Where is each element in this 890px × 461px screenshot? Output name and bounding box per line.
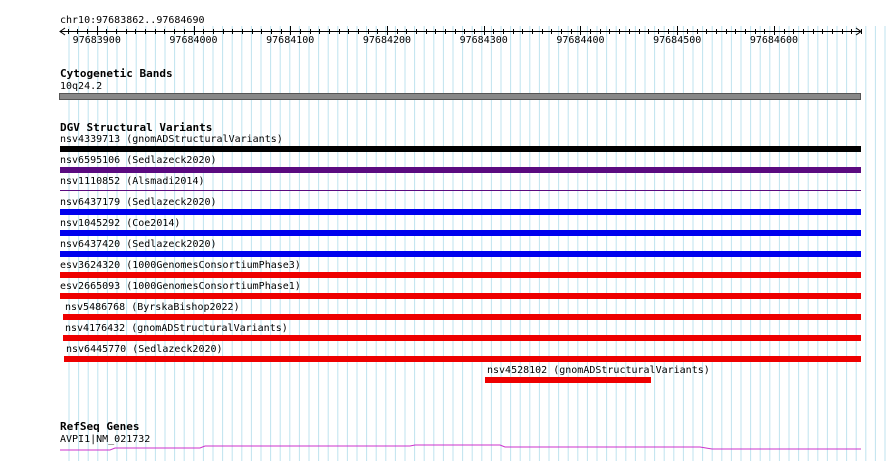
dgv-variant-bar[interactable] <box>63 314 861 320</box>
ruler-axis[interactable]: 97683900 97684000 97684100 97684200 97684300… <box>0 20 890 70</box>
dgv-variant-label[interactable]: nsv6437420 (Sedlazeck2020) <box>60 239 217 250</box>
dgv-variant-bar[interactable] <box>60 190 861 191</box>
ruler-tick-label: 97684000 <box>169 35 217 46</box>
ruler-tick-label: 97684500 <box>653 35 701 46</box>
dgv-variant-label[interactable]: nsv4339713 (gnomADStructuralVariants) <box>60 134 283 145</box>
cytoband-bar[interactable] <box>59 93 861 100</box>
refseq-gene-feature[interactable] <box>0 441 890 457</box>
dgv-variant-label[interactable]: nsv1110852 (Alsmadi2014) <box>60 176 205 187</box>
dgv-variant-bar[interactable] <box>60 146 861 152</box>
dgv-variant-label[interactable]: nsv1045292 (Coe2014) <box>60 218 180 229</box>
dgv-variant-bar[interactable] <box>60 293 861 299</box>
dgv-variant-label[interactable]: nsv6595106 (Sedlazeck2020) <box>60 155 217 166</box>
dgv-variant-bar[interactable] <box>64 356 861 362</box>
ruler-tick-label: 97684100 <box>266 35 314 46</box>
ruler-tick-label: 97684200 <box>363 35 411 46</box>
refseq-track-title: RefSeq Genes <box>60 420 140 433</box>
dgv-variant-bar[interactable] <box>485 377 651 383</box>
dgv-variant-bar[interactable] <box>60 209 861 215</box>
dgv-variant-bar[interactable] <box>60 272 861 278</box>
dgv-variant-label[interactable]: nsv5486768 (ByrskaBishop2022) <box>65 302 240 313</box>
dgv-variant-bar[interactable] <box>63 335 861 341</box>
dgv-variant-label[interactable]: esv2665093 (1000GenomesConsortiumPhase1) <box>60 281 301 292</box>
ruler-tick-label: 97684300 <box>460 35 508 46</box>
dgv-variant-bar[interactable] <box>60 167 861 173</box>
ruler-tick-label: 97684600 <box>750 35 798 46</box>
dgv-variant-label[interactable]: nsv6445770 (Sedlazeck2020) <box>66 344 223 355</box>
cytoband-label: 10q24.2 <box>60 81 103 92</box>
cytoband-track-title: Cytogenetic Bands <box>60 67 173 80</box>
dgv-variant-label[interactable]: nsv4528102 (gnomADStructuralVariants) <box>487 365 710 376</box>
dgv-variant-label[interactable]: nsv6437179 (Sedlazeck2020) <box>60 197 217 208</box>
ruler-tick-label: 97683900 <box>73 35 121 46</box>
dgv-variant-bar[interactable] <box>60 251 861 257</box>
dgv-variant-label[interactable]: nsv4176432 (gnomADStructuralVariants) <box>65 323 288 334</box>
genome-browser-view: chr10:97683862..97684690 97683900 9768400… <box>0 0 890 461</box>
refseq-gene-line <box>60 444 861 451</box>
dgv-variant-bar[interactable] <box>60 230 861 236</box>
dgv-track-title: DGV Structural Variants <box>60 121 213 134</box>
ruler-tick-label: 97684400 <box>556 35 604 46</box>
dgv-variant-label[interactable]: esv3624320 (1000GenomesConsortiumPhase3) <box>60 260 301 271</box>
